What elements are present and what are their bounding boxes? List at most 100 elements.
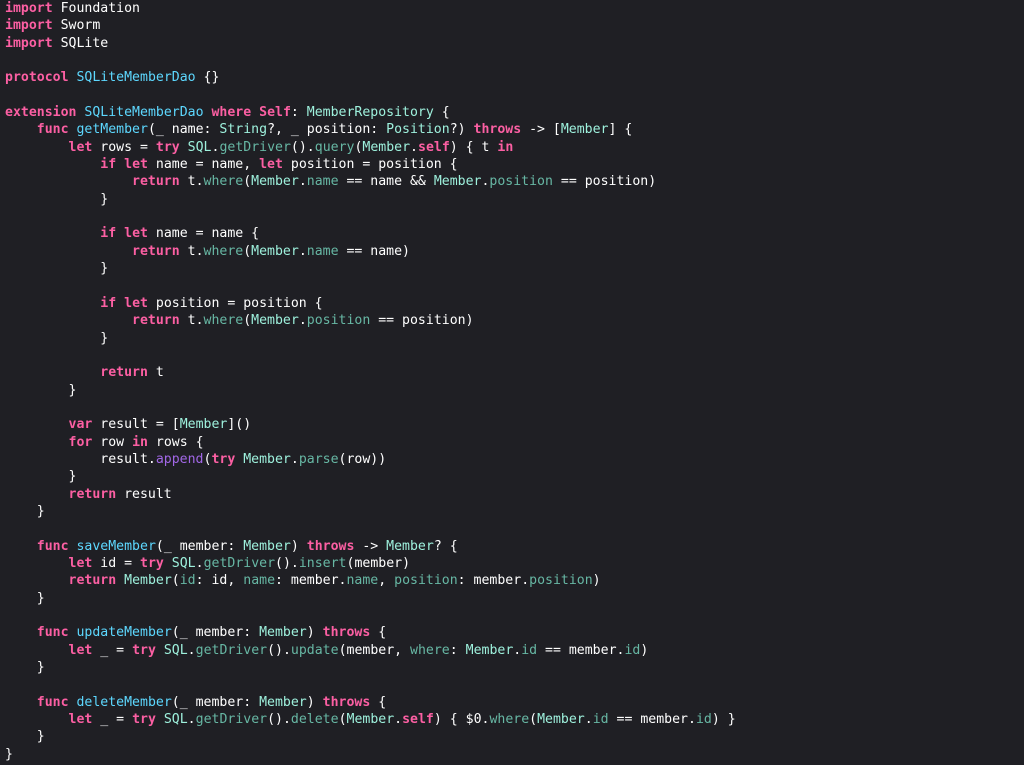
code-token: let	[68, 712, 93, 728]
code-token: return	[68, 573, 117, 589]
code-token: Member	[346, 712, 395, 728]
code-token: Position	[386, 122, 450, 138]
code-token: Member	[251, 174, 299, 190]
code-line[interactable]: var result = [Member]()	[5, 416, 1024, 433]
code-line[interactable]: return t.where(Member.name == name && Me…	[5, 173, 1024, 190]
code-token: getMember	[76, 122, 148, 138]
code-token: (_ member:	[171, 694, 260, 710]
code-line[interactable]: return Member(id: id, name: member.name,…	[5, 572, 1024, 589]
code-line[interactable]: if let name = name, let position = posit…	[5, 156, 1024, 173]
code-token: }	[5, 330, 109, 346]
code-line[interactable]	[5, 520, 1024, 537]
code-line[interactable]: extension SQLiteMemberDao where Self: Me…	[5, 104, 1024, 121]
code-token: let	[124, 226, 148, 242]
code-token: name	[306, 174, 339, 190]
code-editor[interactable]: import Foundation import Sworm import SQLi…	[0, 0, 1024, 763]
code-line[interactable]: }	[5, 659, 1024, 676]
code-token: getDriver	[203, 556, 276, 571]
code-line[interactable]: }	[5, 382, 1024, 399]
code-line[interactable]	[5, 52, 1024, 69]
code-token: {}	[195, 70, 220, 86]
code-token: (member)	[346, 556, 411, 571]
code-line[interactable]: func getMember(_ name: String?, _ positi…	[5, 121, 1024, 138]
code-line[interactable]: func deleteMember(_ member: Member) thro…	[5, 694, 1024, 711]
code-line[interactable]: import SQLite	[5, 35, 1024, 52]
code-token: ,	[378, 573, 395, 589]
code-line[interactable]: }	[5, 468, 1024, 485]
code-line[interactable]: if let position = position {	[5, 295, 1024, 312]
code-token: rows {	[147, 434, 204, 450]
code-token: == name &&	[338, 174, 434, 190]
code-token: getDriver	[195, 642, 268, 658]
code-token: func	[36, 538, 69, 554]
code-token: extension	[5, 105, 77, 121]
code-token: (	[171, 573, 180, 589]
code-token: id	[521, 642, 538, 658]
code-line[interactable]	[5, 607, 1024, 624]
code-token: position	[306, 313, 371, 329]
code-line[interactable]: }	[5, 503, 1024, 520]
code-line[interactable]: for row in rows {	[5, 434, 1024, 451]
code-line[interactable]: return result	[5, 486, 1024, 503]
code-token: SQLiteMemberDao	[76, 70, 196, 86]
code-line[interactable]: let id = try SQL.getDriver().insert(memb…	[5, 555, 1024, 572]
code-line[interactable]: import Sworm	[5, 17, 1024, 34]
code-line[interactable]: }	[5, 746, 1024, 763]
code-line[interactable]	[5, 676, 1024, 693]
code-line[interactable]: result.append(try Member.parse(row))	[5, 451, 1024, 468]
code-token: }	[5, 746, 13, 762]
code-line[interactable]: return t.where(Member.position == positi…	[5, 312, 1024, 329]
code-token: )	[640, 642, 649, 658]
code-line[interactable]: }	[5, 191, 1024, 208]
code-line[interactable]: let rows = try SQL.getDriver().query(Mem…	[5, 139, 1024, 156]
code-line[interactable]: let _ = try SQL.getDriver().update(membe…	[5, 642, 1024, 659]
code-token: position	[529, 573, 593, 589]
code-token: Sworm	[52, 18, 101, 34]
code-token: name = name,	[147, 157, 260, 173]
code-line[interactable]: }	[5, 330, 1024, 347]
code-line[interactable]: protocol SQLiteMemberDao {}	[5, 69, 1024, 86]
code-line[interactable]: import Foundation	[5, 0, 1024, 17]
code-line[interactable]	[5, 208, 1024, 225]
code-token: t.	[179, 243, 204, 259]
code-token: let	[68, 642, 93, 658]
code-token: .	[195, 556, 204, 571]
code-token: .	[187, 712, 196, 728]
code-line[interactable]: return t.where(Member.name == name)	[5, 243, 1024, 260]
code-token: where	[211, 105, 252, 121]
code-line[interactable]	[5, 278, 1024, 295]
code-line[interactable]: if let name = name {	[5, 225, 1024, 242]
code-token: getDriver	[219, 139, 291, 155]
code-line[interactable]: let _ = try SQL.getDriver().delete(Membe…	[5, 711, 1024, 728]
code-line[interactable]: }	[5, 590, 1024, 607]
code-token: SQL	[163, 642, 188, 658]
code-line[interactable]: }	[5, 728, 1024, 745]
code-line[interactable]	[5, 399, 1024, 416]
code-token: }	[5, 729, 45, 745]
code-line[interactable]: }	[5, 260, 1024, 277]
code-token: func	[36, 694, 69, 710]
code-token: id	[624, 642, 641, 658]
code-line[interactable]	[5, 87, 1024, 104]
code-line[interactable]: func saveMember(_ member: Member) throws…	[5, 538, 1024, 555]
code-line[interactable]: return t	[5, 364, 1024, 381]
code-token: Member	[537, 712, 585, 728]
code-line[interactable]: func updateMember(_ member: Member) thro…	[5, 624, 1024, 641]
code-token: }	[5, 261, 109, 277]
code-token: where	[410, 642, 450, 658]
code-token: ?)	[449, 122, 474, 138]
code-token: : member.	[457, 573, 530, 589]
code-line[interactable]	[5, 347, 1024, 364]
code-token: == position)	[552, 174, 657, 190]
code-token: .	[298, 243, 307, 259]
code-token: Member	[362, 139, 411, 155]
code-token: SQLiteMemberDao	[84, 105, 204, 121]
code-token: }	[5, 382, 77, 398]
